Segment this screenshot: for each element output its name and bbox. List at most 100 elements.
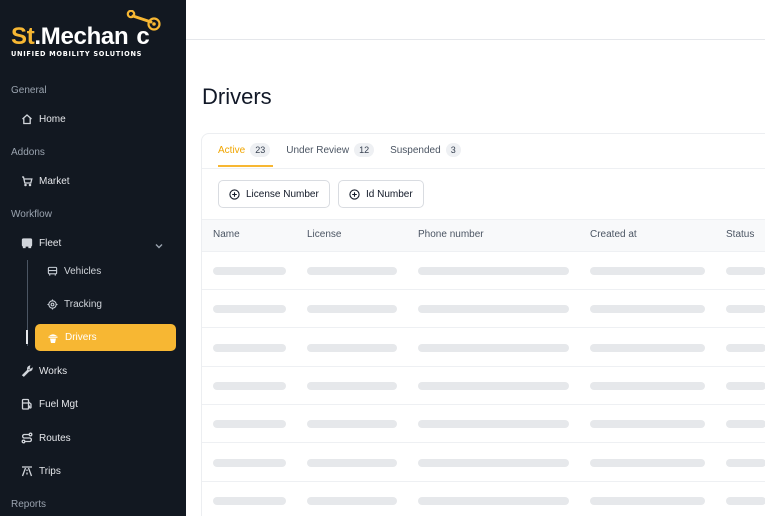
loading-placeholder (726, 381, 765, 390)
sidebar-item-fleet[interactable]: Fleet (21, 233, 61, 253)
sidebar-item-label: Works (39, 365, 68, 377)
sidebar-item-works[interactable]: Works (21, 361, 67, 381)
tab-active[interactable]: Active 23 (218, 140, 271, 160)
tab-count-badge: 3 (445, 143, 461, 157)
sidebar-item-label: Home (39, 113, 66, 125)
sidebar-item-label: Fleet (39, 237, 62, 249)
active-tab-underline (218, 165, 273, 167)
tab-under-review[interactable]: Under Review 12 (286, 140, 375, 160)
section-workflow: Workflow (11, 209, 52, 220)
filter-license-number-button[interactable]: License Number (218, 180, 330, 208)
sidebar-item-trips[interactable]: Trips (21, 461, 61, 481)
section-reports: Reports (11, 499, 47, 510)
loading-placeholder (590, 496, 705, 505)
cart-icon (22, 176, 33, 187)
loading-placeholder (590, 267, 705, 275)
sidebar-item-market[interactable]: Market (21, 171, 70, 191)
loading-placeholder (213, 496, 286, 505)
loading-placeholder (418, 343, 569, 352)
top-bar (186, 0, 765, 40)
loading-placeholder (726, 305, 765, 314)
tab-label: Under Review (286, 144, 350, 156)
row-divider (202, 480, 765, 482)
row-divider (202, 327, 765, 329)
tab-suspended[interactable]: Suspended 3 (390, 140, 461, 160)
column-header-name[interactable]: Name (213, 229, 240, 240)
sidebar-item-label: Fuel Mgt (39, 398, 78, 410)
loading-placeholder (590, 420, 705, 429)
loading-placeholder (726, 420, 765, 429)
loading-placeholder (590, 381, 705, 390)
loading-placeholder (418, 305, 569, 314)
tab-count-badge: 23 (250, 143, 271, 157)
loading-placeholder (726, 267, 765, 275)
row-divider (202, 289, 765, 290)
brand-logo[interactable]: St.Mechan c UNIFIED MOBILITY SOLUTIONS (11, 10, 177, 62)
plus-circle-icon (349, 188, 360, 200)
filter-label: Id Number (366, 188, 413, 200)
loading-placeholder (418, 267, 569, 275)
column-header-status[interactable]: Status (726, 229, 754, 240)
sidebar-item-label: Trips (39, 465, 61, 477)
sidebar-item-home[interactable]: Home (21, 109, 66, 129)
route-icon (21, 432, 33, 444)
loading-placeholder (213, 458, 286, 467)
sidebar-item-drivers[interactable]: Drivers (35, 324, 176, 351)
sidebar-item-label: Vehicles (64, 265, 102, 277)
loading-placeholder (307, 420, 397, 429)
sidebar-item-fuel[interactable]: Fuel Mgt (21, 394, 78, 414)
home-icon (22, 114, 32, 125)
chevron-down-icon[interactable] (154, 238, 164, 249)
tab-label: Active (218, 144, 246, 156)
loading-placeholder (726, 458, 765, 467)
loading-placeholder (213, 305, 286, 314)
row-divider (202, 365, 765, 367)
filter-id-number-button[interactable]: Id Number (338, 180, 424, 208)
row-divider (202, 403, 765, 405)
loading-placeholder (307, 458, 397, 467)
loading-placeholder (307, 267, 397, 275)
loading-placeholder (307, 343, 397, 352)
sidebar: St.Mechan c UNIFIED MOBILITY SOLUTIONS Ge… (0, 0, 186, 516)
plus-circle-icon (229, 188, 240, 200)
filter-label: License Number (246, 188, 319, 200)
fuel-icon (21, 398, 32, 410)
loading-placeholder (418, 458, 569, 467)
loading-placeholder (726, 496, 765, 505)
loading-placeholder (213, 381, 286, 390)
section-general: General (11, 85, 47, 96)
loading-placeholder (213, 343, 286, 352)
wrench-logo-icon (126, 10, 161, 31)
column-header-created-at[interactable]: Created at (590, 229, 637, 240)
vehicle-icon (47, 266, 58, 276)
column-header-license[interactable]: License (307, 229, 341, 240)
loading-placeholder (590, 305, 705, 314)
loading-placeholder (590, 343, 705, 352)
loading-placeholder (418, 496, 569, 505)
column-header-phone[interactable]: Phone number (418, 229, 484, 240)
wrench-icon (21, 365, 33, 377)
status-tabs: Active 23 Under Review 12 Suspended 3 (218, 140, 461, 168)
loading-placeholder (213, 420, 286, 429)
loading-placeholder (726, 343, 765, 352)
target-icon (47, 298, 58, 310)
sidebar-item-label: Drivers (65, 332, 97, 343)
sidebar-item-routes[interactable]: Routes (21, 428, 71, 448)
loading-placeholder (307, 381, 397, 390)
driver-icon (48, 333, 58, 343)
tab-count-badge: 12 (354, 143, 375, 157)
tab-divider (202, 168, 765, 169)
sidebar-item-label: Tracking (64, 298, 102, 310)
loading-placeholder (307, 305, 397, 314)
loading-placeholder (418, 381, 569, 390)
sidebar-item-vehicles[interactable]: Vehicles (47, 261, 101, 281)
tab-label: Suspended (390, 144, 441, 156)
sidebar-item-tracking[interactable]: Tracking (47, 294, 102, 314)
brand-tagline: UNIFIED MOBILITY SOLUTIONS (11, 50, 143, 58)
road-icon (21, 466, 33, 477)
loading-placeholder (213, 267, 286, 275)
sidebar-item-label: Routes (39, 432, 71, 444)
bus-icon (21, 238, 33, 249)
loading-placeholder (418, 420, 569, 429)
loading-placeholder (307, 496, 397, 505)
